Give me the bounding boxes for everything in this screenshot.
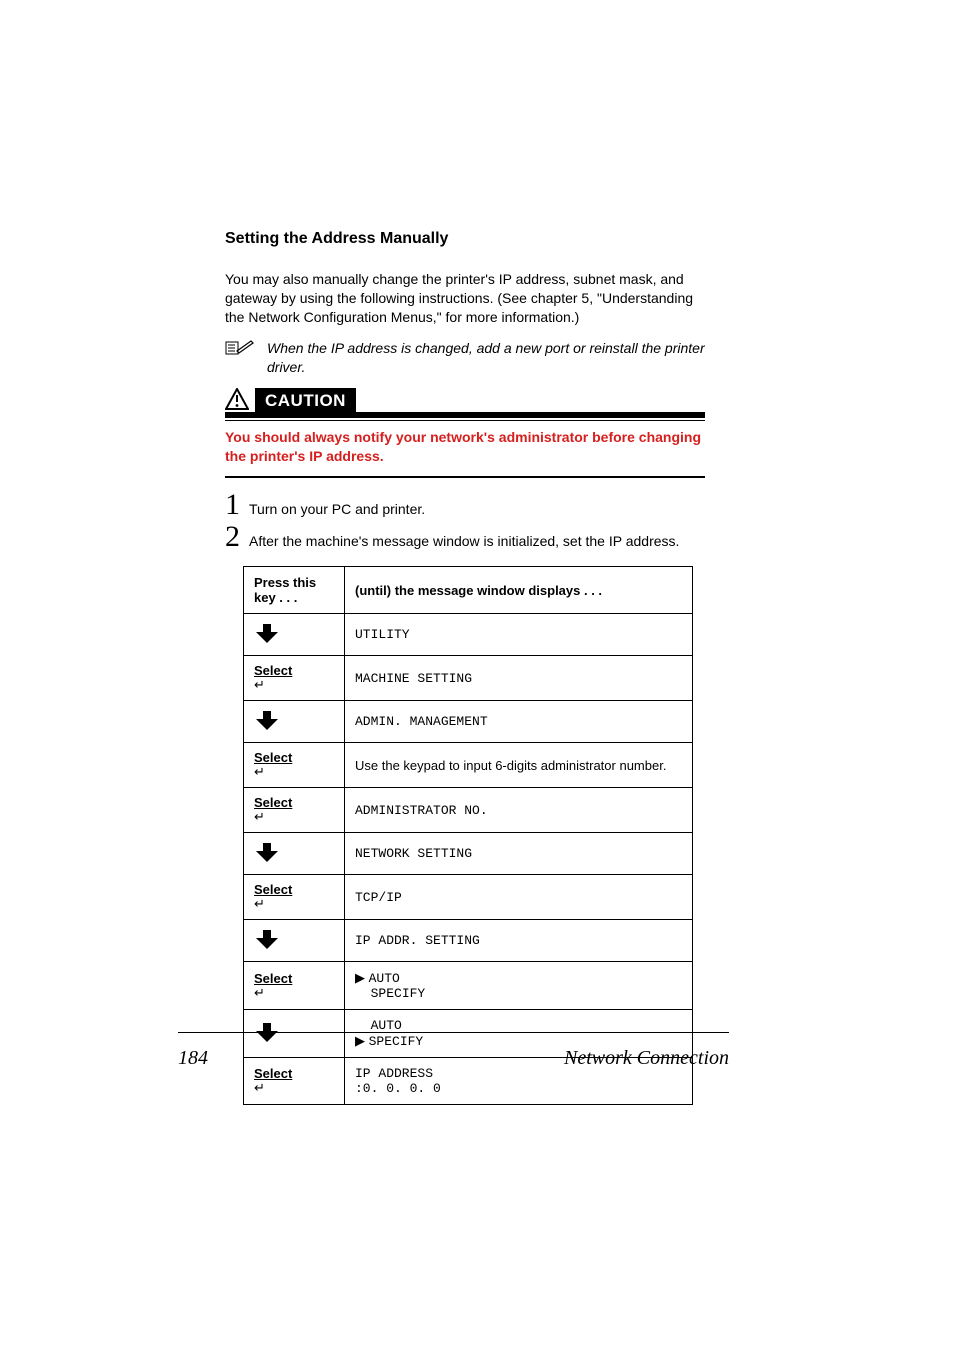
table-row: Select ↵ ADMINISTRATOR NO. — [244, 788, 693, 833]
step-text: After the machine's message window is in… — [249, 533, 679, 549]
section-heading: Setting the Address Manually — [225, 230, 705, 248]
note-block: When the IP address is changed, add a ne… — [225, 339, 705, 377]
caution-label: CAUTION — [255, 388, 356, 415]
down-key-icon — [244, 614, 345, 656]
select-key-icon: Select ↵ — [244, 875, 345, 920]
note-pen-icon — [225, 339, 255, 361]
down-key-icon — [244, 701, 345, 743]
display-message: UTILITY — [345, 614, 693, 656]
select-key-icon: Select ↵ — [244, 656, 345, 701]
display-message: ADMINISTRATOR NO. — [345, 788, 693, 833]
step-number: 2 — [225, 522, 245, 552]
note-text: When the IP address is changed, add a ne… — [267, 339, 705, 377]
table-row: IP ADDR. SETTING — [244, 920, 693, 962]
table-row: Select ↵ ▶ AUTO SPECIFY — [244, 962, 693, 1010]
step-1: 1 Turn on your PC and printer. — [225, 490, 705, 520]
select-key-icon: Select ↵ — [244, 743, 345, 788]
down-key-icon — [244, 920, 345, 962]
display-message: NETWORK SETTING — [345, 833, 693, 875]
table-header-msg: (until) the message window displays . . … — [345, 567, 693, 614]
down-key-icon — [244, 833, 345, 875]
table-row: Select ↵ Use the keypad to input 6-digit… — [244, 743, 693, 788]
table-row: UTILITY — [244, 614, 693, 656]
step-text: Turn on your PC and printer. — [249, 501, 425, 517]
caution-heading: CAUTION — [225, 390, 705, 420]
page-footer: 184 Network Connection — [178, 1024, 729, 1070]
warning-triangle-icon — [225, 388, 249, 415]
cursor-arrow-icon: ▶ — [355, 970, 369, 985]
table-row: NETWORK SETTING — [244, 833, 693, 875]
select-key-icon: Select ↵ — [244, 788, 345, 833]
footer-section-title: Network Connection — [564, 1047, 729, 1070]
display-message: Use the keypad to input 6-digits adminis… — [345, 743, 693, 788]
select-key-icon: Select ↵ — [244, 962, 345, 1010]
divider — [225, 476, 705, 478]
step-2: 2 After the machine's message window is … — [225, 522, 705, 552]
table-row: Select ↵ TCP/IP — [244, 875, 693, 920]
display-message: MACHINE SETTING — [345, 656, 693, 701]
footer-rule — [178, 1032, 729, 1033]
intro-paragraph: You may also manually change the printer… — [225, 270, 705, 327]
table-row: Select ↵ MACHINE SETTING — [244, 656, 693, 701]
caution-text: You should always notify your network's … — [225, 428, 705, 466]
page-number: 184 — [178, 1047, 208, 1070]
display-message: TCP/IP — [345, 875, 693, 920]
step-number: 1 — [225, 490, 245, 520]
display-message: ▶ AUTO SPECIFY — [345, 962, 693, 1010]
table-row: ADMIN. MANAGEMENT — [244, 701, 693, 743]
table-header-key: Press this key . . . — [244, 567, 345, 614]
display-message: ADMIN. MANAGEMENT — [345, 701, 693, 743]
display-message: IP ADDR. SETTING — [345, 920, 693, 962]
